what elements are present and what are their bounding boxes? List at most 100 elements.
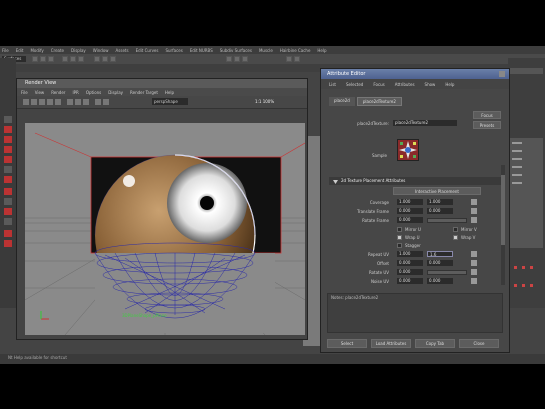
load-attributes-button[interactable]: Load Attributes [371, 339, 411, 348]
tab-place2dtexture2[interactable]: place2dTexture2 [356, 97, 402, 106]
map-button-icon[interactable] [471, 217, 477, 223]
rgb-channel-icon[interactable] [67, 99, 73, 105]
refresh-icon[interactable] [39, 99, 45, 105]
offset-v-field[interactable]: 0.000 [427, 260, 453, 266]
texture-name-field[interactable]: place2dTexture2 [393, 120, 457, 126]
coverage-v-field[interactable]: 1.000 [427, 199, 453, 205]
layout-persp-icon[interactable] [4, 208, 12, 215]
ae-menu-help[interactable]: Help [445, 82, 454, 87]
menu-edit-nurbs[interactable]: Edit NURBS [190, 48, 213, 53]
alpha-channel-icon[interactable] [75, 99, 81, 105]
redo-render-icon[interactable] [23, 99, 29, 105]
repeat-v-field[interactable]: 1.6 [427, 251, 453, 257]
ae-menu-list[interactable]: List [329, 82, 336, 87]
sidebar-toggle-icon[interactable] [286, 56, 292, 62]
close-icon[interactable] [499, 71, 505, 77]
attribute-editor-titlebar[interactable]: Attribute Editor [321, 69, 509, 79]
lasso-tool-icon[interactable] [4, 126, 12, 133]
menu-edit[interactable]: Edit [16, 48, 24, 53]
section-2d-placement[interactable]: 2d Texture Placement Attributes [329, 177, 501, 185]
scale-tool-icon[interactable] [4, 156, 12, 163]
ae-menu-focus[interactable]: Focus [373, 82, 384, 87]
ae-menu-selected[interactable]: Selected [346, 82, 363, 87]
wrap-u-checkbox[interactable] [397, 235, 402, 240]
focus-button[interactable]: Focus [473, 111, 501, 119]
menu-subdiv[interactable]: Subdiv Surfaces [220, 48, 252, 53]
rotate-tool-icon[interactable] [4, 146, 12, 153]
camera-select[interactable]: perspShape [152, 98, 188, 105]
open-scene-icon[interactable] [40, 56, 46, 62]
snap-curve-icon[interactable] [102, 56, 108, 62]
tab-place2d[interactable]: place2d [329, 97, 355, 106]
map-button-icon[interactable] [471, 269, 477, 275]
repeat-u-field[interactable]: 1.000 [397, 251, 423, 257]
translate-frame-v-field[interactable]: 0.000 [427, 208, 453, 214]
snap-point-icon[interactable] [110, 56, 116, 62]
notes-area[interactable]: Notes: place2dTexture2 [327, 293, 503, 333]
menu-muscle[interactable]: Muscle [259, 48, 273, 53]
coverage-u-field[interactable]: 1.000 [397, 199, 423, 205]
ipr-icon[interactable] [31, 99, 37, 105]
snapshot-icon[interactable] [55, 99, 61, 105]
close-button[interactable]: Close [459, 339, 499, 348]
offset-u-field[interactable]: 0.000 [397, 260, 423, 266]
rv-menu-file[interactable]: File [21, 90, 28, 95]
menu-help[interactable]: Help [317, 48, 326, 53]
stagger-checkbox[interactable] [397, 243, 402, 248]
manipulator-icon[interactable] [4, 166, 12, 173]
layout-single-icon[interactable] [4, 188, 12, 195]
render-settings-icon[interactable] [242, 56, 248, 62]
mirror-u-checkbox[interactable] [397, 227, 402, 232]
select-hierarchy-icon[interactable] [62, 56, 68, 62]
rv-menu-render[interactable]: Render [51, 90, 65, 95]
keep-image-icon[interactable] [95, 99, 101, 105]
last-tool-icon[interactable] [4, 176, 12, 183]
select-button[interactable]: Select [327, 339, 367, 348]
menu-surfaces[interactable]: Surfaces [165, 48, 182, 53]
rotate-uv-slider[interactable] [427, 270, 467, 275]
rotate-uv-field[interactable]: 0.000 [397, 269, 423, 275]
layout-four-icon[interactable] [4, 198, 12, 205]
render-region-icon[interactable] [47, 99, 53, 105]
menu-modify[interactable]: Modify [30, 48, 43, 53]
rv-menu-ipr[interactable]: IPR [72, 90, 78, 95]
rv-menu-render-target[interactable]: Render Target [130, 90, 158, 95]
noise-v-field[interactable]: 0.000 [427, 278, 453, 284]
rv-menu-view[interactable]: View [35, 90, 45, 95]
save-scene-icon[interactable] [48, 56, 54, 62]
ipr-render-icon[interactable] [234, 56, 240, 62]
menu-window[interactable]: Window [93, 48, 109, 53]
wrap-v-checkbox[interactable] [453, 235, 458, 240]
map-button-icon[interactable] [471, 251, 477, 257]
move-tool-icon[interactable] [4, 136, 12, 143]
snap-grid-icon[interactable] [94, 56, 100, 62]
rv-menu-display[interactable]: Display [108, 90, 123, 95]
menu-edit-curves[interactable]: Edit Curves [136, 48, 159, 53]
menu-create[interactable]: Create [51, 48, 64, 53]
map-button-icon[interactable] [471, 278, 477, 284]
ae-menu-show[interactable]: Show [425, 82, 436, 87]
new-scene-icon[interactable] [32, 56, 38, 62]
map-button-icon[interactable] [471, 199, 477, 205]
copy-tab-button[interactable]: Copy Tab [415, 339, 455, 348]
real-size-icon[interactable] [83, 99, 89, 105]
layout-graph-icon[interactable] [4, 230, 12, 237]
presets-button[interactable]: Presets [473, 121, 501, 129]
select-tool-icon[interactable] [4, 116, 12, 123]
channel-box-icon[interactable] [294, 56, 300, 62]
remove-image-icon[interactable] [103, 99, 109, 105]
render-view-titlebar[interactable]: Render View [17, 79, 307, 88]
layout-outliner-icon[interactable] [4, 218, 12, 225]
menu-cache[interactable]: Hairbine Cache [280, 48, 311, 53]
interactive-placement-button[interactable]: Interactive Placement [393, 187, 481, 195]
rv-menu-help[interactable]: Help [165, 90, 174, 95]
select-component-icon[interactable] [78, 56, 84, 62]
rotate-frame-slider[interactable] [427, 218, 467, 223]
rv-menu-options[interactable]: Options [86, 90, 101, 95]
translate-frame-u-field[interactable]: 0.000 [397, 208, 423, 214]
select-object-icon[interactable] [70, 56, 76, 62]
rotate-frame-field[interactable]: 0.000 [397, 217, 423, 223]
menu-assets[interactable]: Assets [116, 48, 129, 53]
mirror-v-checkbox[interactable] [453, 227, 458, 232]
ae-menu-attributes[interactable]: Attributes [395, 82, 415, 87]
